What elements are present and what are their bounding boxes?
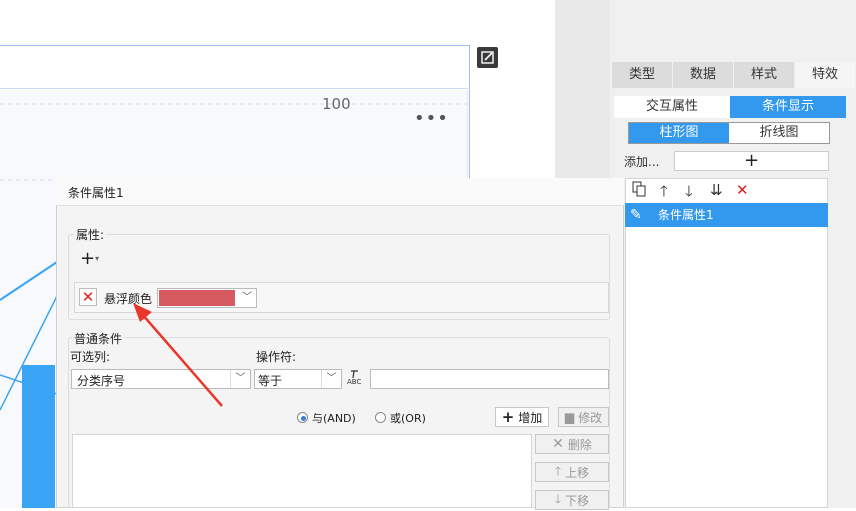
tab-effects[interactable]: 特效 [795,62,856,88]
column-label: 可选列: [70,350,111,364]
radio-and[interactable] [297,412,308,423]
delete-button-label: 删除 [567,437,592,452]
radio-or-label: 或(OR) [390,412,426,425]
condition-items-list [72,434,532,508]
plus-icon: + [80,248,96,269]
condition-item-label: 条件属性1 [658,208,714,222]
add-condition-button[interactable]: + [674,151,829,171]
tab-conditional-display[interactable]: 条件显示 [730,96,846,118]
operator-select-value: 等于 [258,374,283,388]
chevron-down-icon[interactable]: ﹀ [238,290,256,306]
tab-line-chart[interactable]: 折线图 [729,123,829,143]
radio-and-label: 与(AND) [312,412,356,425]
add-condition-item-button[interactable]: + 增加 [495,407,549,427]
arrow-down-icon: 🡓 [554,491,562,506]
close-icon: ✕ [552,436,564,452]
delete-icon[interactable]: ✕ [736,181,749,199]
chart-type-tabs: 柱形图 折线图 [628,122,830,144]
add-label: 添加... [624,155,660,169]
plus-icon: + [501,408,515,426]
tab-interaction[interactable]: 交互属性 [614,96,730,118]
more-options-icon[interactable]: ••• [414,108,449,129]
move-bottom-icon[interactable]: ⇊ [710,181,723,199]
column-select-value: 分类序号 [77,374,126,388]
pencil-icon: ✎ [630,207,642,223]
tab-data[interactable]: 数据 [673,62,734,88]
move-up-button[interactable]: 🡑 上移 [535,462,609,482]
modify-button-label: 修改 [578,410,603,425]
add-attribute-button[interactable]: +▾ [80,250,108,270]
condition-list-toolbar: 🡑 🡓 ⇊ ✕ [625,178,828,202]
remove-attribute-icon[interactable]: ✕ [79,288,97,306]
effects-sub-tabs: 交互属性 条件显示 [614,96,846,118]
move-up-label: 上移 [565,465,590,480]
move-down-button[interactable]: 🡓 下移 [535,490,609,510]
dialog-title-bar [56,178,624,206]
add-button-label: 增加 [518,410,543,425]
modify-button[interactable]: ▆ 修改 [558,407,609,427]
common-condition-label: 普通条件 [72,330,125,347]
attribute-row [74,282,609,313]
operator-label: 操作符: [256,350,297,364]
arrow-up-icon: 🡑 [554,463,562,478]
condition-list [625,202,828,508]
tab-bar-chart[interactable]: 柱形图 [629,123,729,143]
chart-bar [22,365,55,508]
tab-style[interactable]: 样式 [734,62,795,88]
edit-widget-icon[interactable] [477,47,498,68]
radio-or[interactable] [375,412,386,423]
chart-header-bar [0,45,470,89]
condition-list-item[interactable]: ✎ 条件属性1 [625,203,828,227]
value-type-icon[interactable]: ABC [346,368,366,388]
tab-type[interactable]: 类型 [612,62,673,88]
edit-icon: ▆ [564,410,575,424]
axis-tick-label: 100 [322,95,351,113]
attribute-name: 悬浮颜色 [104,292,153,306]
value-type-text: ABC [347,378,362,386]
dropdown-arrow-icon: ▾ [95,254,100,263]
panel-tabs: 类型 数据 样式 特效 [612,62,856,88]
attribute-section-label: 属性: [74,226,107,243]
condition-value-input[interactable] [370,369,609,389]
dialog-title: 条件属性1 [68,186,124,200]
copy-icon[interactable] [631,181,647,201]
move-down-label: 下移 [565,493,590,508]
color-swatch [159,290,235,306]
chevron-down-icon[interactable]: ﹀ [321,370,341,388]
chevron-down-icon[interactable]: ﹀ [230,370,250,388]
delete-button[interactable]: ✕ 删除 [535,434,609,454]
